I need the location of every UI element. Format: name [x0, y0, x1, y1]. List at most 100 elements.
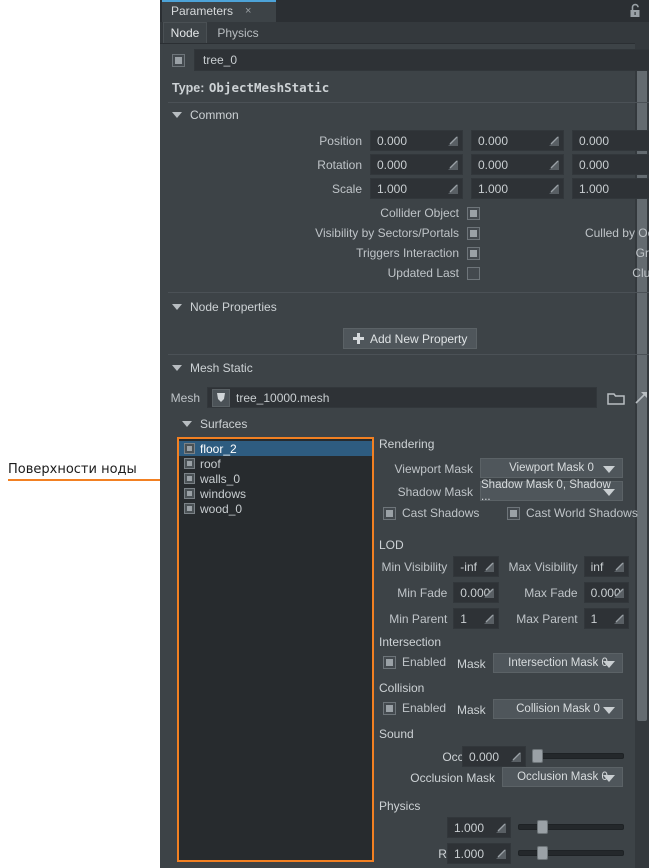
transform-field-z[interactable]: 1.000: [572, 178, 649, 199]
spinner-icon[interactable]: [495, 822, 507, 834]
node-type-row: Type: ObjectMeshStatic ID: 2112353878: [172, 79, 649, 97]
occlusion-slider-knob[interactable]: [532, 749, 543, 763]
cast-world-shadows-checkbox[interactable]: [507, 507, 520, 520]
list-item[interactable]: wood_0: [179, 501, 372, 516]
annotation-area: Поверхности ноды: [0, 0, 160, 868]
surface-checkbox[interactable]: [184, 473, 195, 484]
tab-node[interactable]: Node: [163, 22, 207, 43]
tab-physics[interactable]: Physics: [209, 22, 267, 43]
surface-label: roof: [200, 457, 221, 471]
lod-row: Min Parent 1 Max Parent 1: [379, 608, 629, 629]
surface-checkbox[interactable]: [184, 488, 195, 499]
spinner-icon[interactable]: [613, 613, 625, 625]
intersection-enabled-checkbox[interactable]: [383, 656, 396, 669]
spinner-icon[interactable]: [613, 561, 625, 573]
transform-field-y[interactable]: 1.000: [471, 178, 564, 199]
section-physics-title: Physics: [379, 799, 420, 813]
chevron-down-icon: [603, 661, 615, 668]
intersection-mask-dropdown[interactable]: Intersection Mask 0: [493, 653, 623, 673]
occlusion-mask-dropdown[interactable]: Occlusion Mask 0: [502, 767, 623, 787]
list-item[interactable]: roof: [179, 456, 372, 471]
diagonal-arrow-icon[interactable]: [634, 390, 649, 406]
cast-world-shadows-row[interactable]: Cast World Shadows: [507, 506, 638, 520]
collision-mask-dropdown[interactable]: Collision Mask 0: [493, 699, 623, 719]
spinner-icon[interactable]: [447, 135, 459, 147]
group-header-mesh-static[interactable]: Mesh Static: [172, 361, 253, 375]
restitution-input[interactable]: 1.000: [447, 843, 511, 864]
group-header-common[interactable]: Common: [172, 108, 239, 122]
spinner-icon[interactable]: [613, 587, 625, 599]
checkbox-row-immovable[interactable]: Immovable: [420, 203, 649, 223]
group-header-common-label: Common: [190, 108, 239, 122]
occlusion-slider[interactable]: [532, 749, 624, 763]
spinner-icon[interactable]: [447, 183, 459, 195]
spinner-icon[interactable]: [447, 159, 459, 171]
add-new-property-button[interactable]: Add New Property: [343, 328, 477, 349]
parameters-panel: Parameters × Node Physics: [160, 0, 649, 868]
lod-right-input[interactable]: 0.000: [584, 582, 629, 603]
surface-checkbox[interactable]: [184, 443, 195, 454]
close-icon[interactable]: ×: [245, 5, 251, 17]
list-item[interactable]: windows: [179, 486, 372, 501]
lod-right-label: Max Parent: [508, 612, 578, 626]
lod-left-input[interactable]: 0.000: [453, 582, 498, 603]
transform-row-position: Position0.0000.0000.000: [160, 130, 649, 151]
occlusion-mask-label: Occlusion Mask: [381, 771, 495, 785]
spinner-icon[interactable]: [483, 613, 495, 625]
divider: [168, 102, 649, 103]
node-enabled-checkbox[interactable]: [172, 54, 185, 67]
lod-right-input[interactable]: 1: [584, 608, 629, 629]
collision-enabled-row[interactable]: Enabled: [383, 701, 446, 715]
list-item[interactable]: floor_2: [179, 441, 372, 456]
cast-shadows-row[interactable]: Cast Shadows: [383, 506, 479, 520]
spinner-icon[interactable]: [495, 848, 507, 860]
friction-input[interactable]: 1.000: [447, 817, 511, 838]
group-header-node-properties[interactable]: Node Properties: [172, 300, 277, 314]
folder-icon[interactable]: [607, 390, 625, 406]
surface-checkbox[interactable]: [184, 503, 195, 514]
transform-field-value: 0.000: [579, 158, 609, 172]
collision-enabled-checkbox[interactable]: [383, 702, 396, 715]
surfaces-list[interactable]: floor_2roofwalls_0windowswood_0: [177, 437, 374, 862]
list-item[interactable]: walls_0: [179, 471, 372, 486]
shadow-mask-dropdown[interactable]: Shadow Mask 0, Shadow ...: [480, 481, 623, 501]
surface-label: wood_0: [200, 502, 242, 516]
spinner-icon[interactable]: [483, 561, 495, 573]
transform-field-z[interactable]: 0.000: [572, 130, 649, 151]
transform-field-x[interactable]: 0.000: [370, 154, 463, 175]
transform-field-y[interactable]: 0.000: [471, 154, 564, 175]
node-name-input[interactable]: tree_0: [194, 49, 649, 71]
lod-right-input[interactable]: inf: [584, 556, 629, 577]
surface-label: floor_2: [200, 442, 237, 456]
surface-checkbox[interactable]: [184, 458, 195, 469]
transform-field-value: 1.000: [579, 182, 609, 196]
unlock-icon[interactable]: [627, 3, 643, 19]
mesh-input[interactable]: tree_10000.mesh: [207, 387, 597, 408]
spinner-icon[interactable]: [483, 587, 495, 599]
restitution-slider[interactable]: [518, 846, 624, 860]
occlusion-input[interactable]: 0.000: [462, 746, 526, 767]
checkbox-row-clutter-interaction[interactable]: Clutter Interaction: [420, 263, 649, 283]
viewport-mask-dropdown[interactable]: Viewport Mask 0: [480, 458, 623, 478]
spinner-icon[interactable]: [510, 751, 522, 763]
panel-content: tree_0 Type: ObjectMeshStatic ID: 211235…: [160, 43, 649, 868]
checkbox-row-grass-interaction[interactable]: Grass Interaction: [420, 243, 649, 263]
lod-left-input[interactable]: -inf: [453, 556, 498, 577]
lod-left-label: Min Parent: [379, 612, 447, 626]
transform-field-x[interactable]: 1.000: [370, 178, 463, 199]
restitution-slider-knob[interactable]: [537, 846, 548, 860]
spinner-icon[interactable]: [548, 159, 560, 171]
friction-slider[interactable]: [518, 820, 624, 834]
group-header-surfaces[interactable]: Surfaces: [182, 417, 247, 431]
transform-field-x[interactable]: 0.000: [370, 130, 463, 151]
friction-slider-knob[interactable]: [537, 820, 548, 834]
spinner-icon[interactable]: [548, 183, 560, 195]
tab-parameters[interactable]: Parameters ×: [162, 0, 276, 22]
intersection-enabled-row[interactable]: Enabled: [383, 655, 446, 669]
transform-field-y[interactable]: 0.000: [471, 130, 564, 151]
lod-left-input[interactable]: 1: [453, 608, 498, 629]
spinner-icon[interactable]: [548, 135, 560, 147]
cast-shadows-checkbox[interactable]: [383, 507, 396, 520]
transform-field-z[interactable]: 0.000: [572, 154, 649, 175]
checkbox-row-culled-by-occlusion-query[interactable]: Culled by Occlusion Query: [420, 223, 649, 243]
